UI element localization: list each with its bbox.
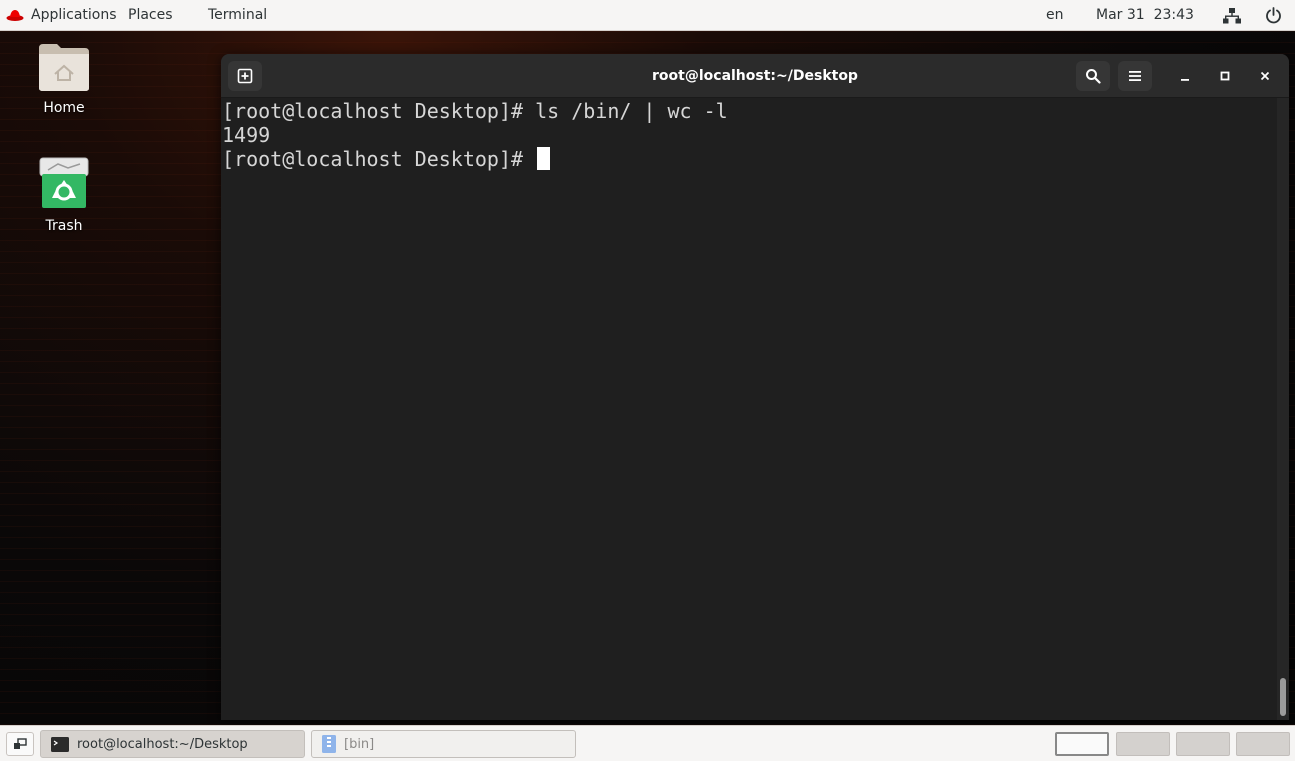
workspace-4[interactable] <box>1236 732 1290 756</box>
home-label: Home <box>43 100 85 116</box>
trash-label: Trash <box>45 218 83 234</box>
show-desktop-icon <box>14 738 27 749</box>
taskbar-item-label: [bin] <box>344 736 375 752</box>
menu-button[interactable] <box>1118 61 1152 91</box>
desktop-icon-home[interactable]: Home <box>14 42 114 116</box>
home-folder-icon <box>39 44 89 91</box>
close-button[interactable] <box>1253 64 1277 88</box>
trash-icon <box>39 157 89 208</box>
text-cursor <box>537 147 551 170</box>
terminal-window[interactable]: root@localhost:~/Desktop [root@localhost… <box>221 54 1289 720</box>
search-button[interactable] <box>1076 61 1110 91</box>
minimize-button[interactable] <box>1173 64 1197 88</box>
terminal-prompt: [root@localhost Desktop]# <box>222 147 536 171</box>
applications-menu[interactable]: Applications <box>31 0 117 31</box>
scrollbar-thumb[interactable] <box>1280 678 1286 716</box>
taskbar-item-terminal[interactable]: root@localhost:~/Desktop <box>40 730 305 758</box>
minimize-icon <box>1181 79 1189 81</box>
new-tab-icon <box>237 68 253 84</box>
file-manager-icon <box>322 735 336 753</box>
workspace-1[interactable] <box>1055 732 1109 756</box>
terminal-app-menu[interactable]: Terminal <box>208 0 267 31</box>
workspace-2[interactable] <box>1116 732 1170 756</box>
taskbar-item-files[interactable]: [bin] <box>311 730 576 758</box>
workspace-3[interactable] <box>1176 732 1230 756</box>
bottom-taskbar: root@localhost:~/Desktop [bin] <box>0 725 1295 761</box>
close-icon <box>1260 71 1270 81</box>
taskbar-item-label: root@localhost:~/Desktop <box>77 736 248 752</box>
terminal-line: [root@localhost Desktop]# ls /bin/ | wc … <box>222 99 728 123</box>
terminal-icon <box>51 736 69 752</box>
show-desktop-button[interactable] <box>6 732 34 756</box>
terminal-line: 1499 <box>222 123 271 147</box>
keyboard-layout-indicator[interactable]: en <box>1046 0 1064 31</box>
clock[interactable]: Mar 31 23:43 <box>1096 0 1194 31</box>
terminal-output[interactable]: [root@localhost Desktop]# ls /bin/ | wc … <box>221 98 1277 720</box>
power-icon[interactable] <box>1265 7 1282 24</box>
redhat-logo-icon <box>6 10 24 21</box>
search-icon <box>1086 69 1101 84</box>
new-tab-button[interactable] <box>228 61 262 91</box>
hamburger-menu-icon <box>1129 71 1141 81</box>
network-icon[interactable] <box>1223 8 1241 24</box>
maximize-icon <box>1220 71 1230 81</box>
maximize-button[interactable] <box>1213 64 1237 88</box>
places-menu[interactable]: Places <box>128 0 173 31</box>
terminal-prompt-line[interactable]: [root@localhost Desktop]# <box>222 147 1277 171</box>
desktop-icon-trash[interactable]: Trash <box>14 156 114 234</box>
window-headerbar[interactable]: root@localhost:~/Desktop <box>221 54 1289 98</box>
terminal-scrollbar[interactable] <box>1277 98 1289 720</box>
top-bar: Applications Places Terminal en Mar 31 2… <box>0 0 1295 31</box>
